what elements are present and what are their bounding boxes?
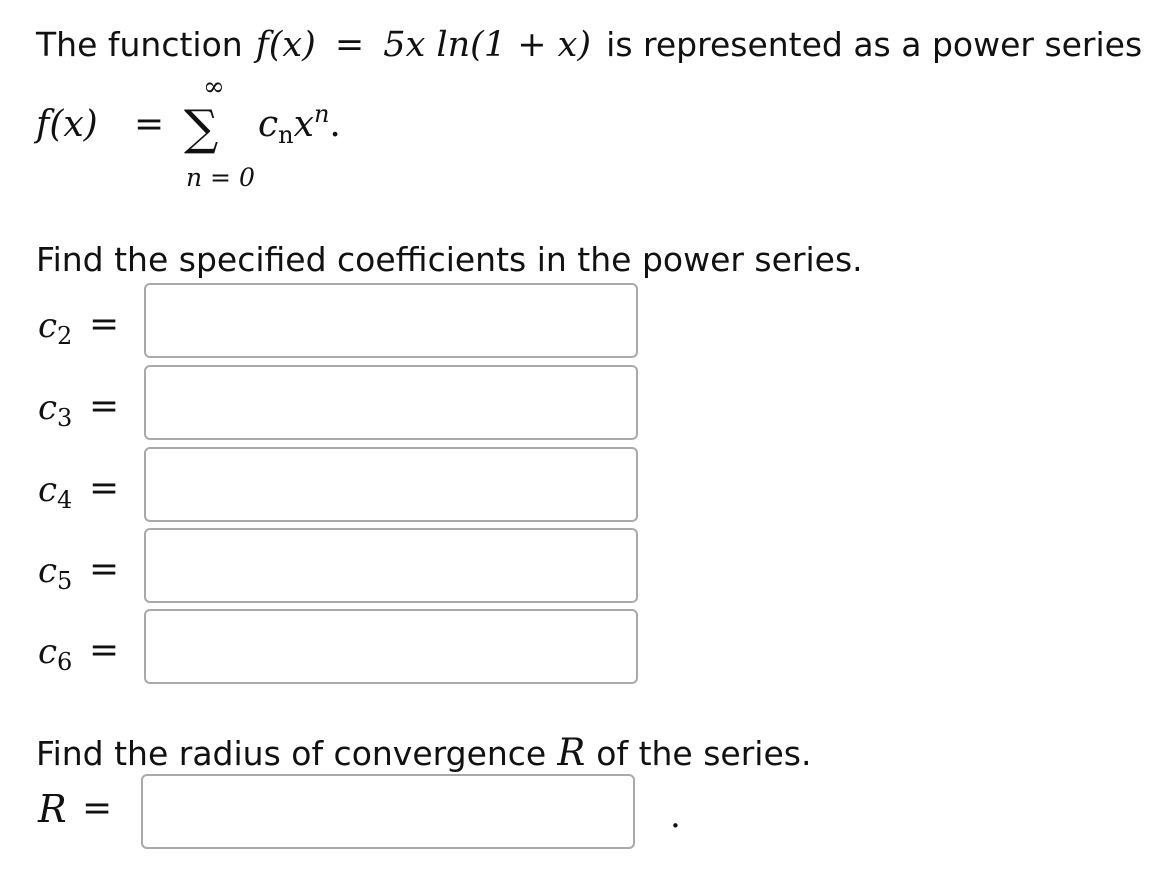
series-lhs: f(x) [36, 104, 98, 145]
term-base: c [258, 104, 279, 145]
c4-answer-input[interactable] [144, 447, 638, 522]
coefficient-equals: = [89, 468, 120, 509]
coefficient-symbol: c [38, 551, 58, 591]
intro-f-of-x: f(x) [255, 25, 316, 65]
coefficient-equals: = [89, 386, 120, 427]
coefficient-equals: = [89, 630, 120, 671]
coefficient-label: c5 [38, 551, 72, 595]
radius-prompt: Find the radius of convergence R of the … [36, 730, 811, 776]
term-subscript: n [278, 121, 294, 149]
term-superscript: n [313, 100, 330, 128]
radius-equals: = [82, 788, 113, 829]
coefficient-symbol: c [38, 306, 58, 346]
intro-tail-text: is represented as a power series [606, 25, 1143, 64]
radius-symbol: R [557, 731, 586, 774]
series-equals: = [134, 104, 165, 145]
sigma-lower-limit: n = 0 [186, 163, 255, 192]
intro-lead-text: The function [36, 25, 243, 64]
c5-answer-input[interactable] [144, 528, 638, 603]
coefficient-equals: = [89, 549, 120, 590]
coefficient-symbol: c [38, 470, 58, 510]
c2-answer-input[interactable] [144, 283, 638, 358]
coefficient-index: 6 [57, 648, 73, 676]
coefficient-index: 3 [57, 404, 73, 432]
sigma-icon: ∑ [184, 100, 219, 156]
coefficients-prompt: Find the specified coefficients in the p… [36, 240, 863, 279]
sigma-upper-limit: ∞ [203, 72, 225, 102]
coefficient-label: c2 [38, 306, 72, 350]
coefficient-label: c4 [38, 470, 72, 514]
coefficient-equals: = [89, 304, 120, 345]
c3-answer-input[interactable] [144, 365, 638, 440]
radius-prompt-before: Find the radius of convergence [36, 734, 547, 773]
radius-prompt-after: of the series. [596, 734, 812, 773]
c6-answer-input[interactable] [144, 609, 638, 684]
coefficient-label: c3 [38, 388, 72, 432]
series-term: cnxn. [258, 100, 341, 149]
coefficient-label: c6 [38, 632, 72, 676]
problem-statement: The function f(x) = 5x ln(1 + x) is repr… [36, 22, 1142, 68]
series-period: . [329, 104, 341, 145]
coefficient-index: 5 [57, 567, 73, 595]
radius-label: R [38, 787, 67, 831]
radius-answer-input[interactable] [141, 774, 635, 849]
radius-trailing-period: . [670, 796, 681, 836]
coefficient-index: 2 [57, 322, 73, 350]
coefficient-index: 4 [57, 486, 73, 514]
intro-formula: 5x ln(1 + x) [383, 25, 592, 65]
intro-equals: = [334, 25, 365, 65]
term-variable: x [293, 104, 314, 145]
coefficient-symbol: c [38, 632, 58, 672]
coefficient-symbol: c [38, 388, 58, 428]
